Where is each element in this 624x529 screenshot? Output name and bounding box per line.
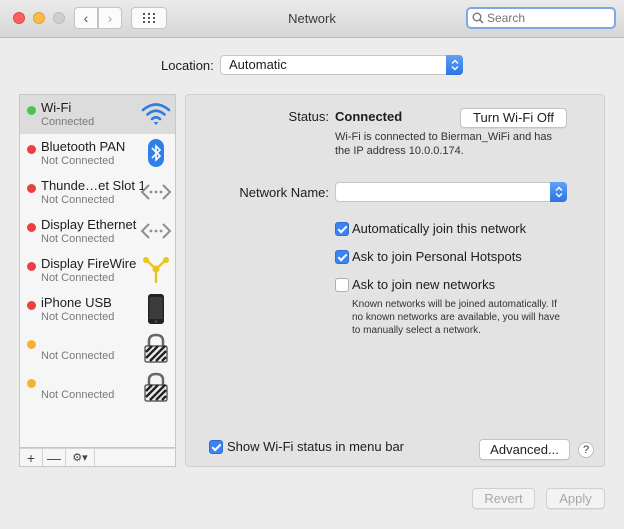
service-list-controls: + — ⚙▾ [19, 448, 176, 467]
note-line: Known networks will be joined automatica… [352, 299, 557, 310]
ask-new-networks-note: Known networks will be joined automatica… [352, 298, 560, 337]
iphone-icon [148, 294, 164, 324]
search-icon [472, 12, 484, 24]
title-bar: ‹ › Network [0, 0, 624, 38]
status-dot [27, 145, 36, 154]
status-dot [27, 223, 36, 232]
service-name: Thunde…et Slot 1 [41, 178, 146, 193]
service-item-display-firewire[interactable]: Display FireWire Not Connected [20, 251, 175, 290]
service-name: Bluetooth PAN [41, 139, 126, 154]
status-dot [27, 106, 36, 115]
remove-service-button[interactable]: — [43, 449, 66, 466]
show-wifi-status-label: Show Wi-Fi status in menu bar [227, 439, 405, 454]
service-name: Display Ethernet [41, 217, 137, 232]
chevron-updown-icon [446, 55, 463, 75]
service-name: Display FireWire [41, 256, 137, 271]
status-dot [27, 262, 36, 271]
help-button[interactable]: ? [578, 442, 594, 458]
status-value: Connected [335, 109, 403, 124]
service-status: Not Connected [41, 389, 115, 401]
vpn-lock-icon [144, 333, 168, 363]
status-description: Wi-Fi is connected to Bierman_WiFi and h… [335, 130, 552, 158]
service-action-menu[interactable]: ⚙▾ [66, 449, 95, 466]
service-item-bluetooth-pan[interactable]: Bluetooth PAN Not Connected [20, 134, 175, 173]
apply-button[interactable]: Apply [546, 488, 605, 509]
wifi-icon [141, 103, 171, 125]
service-status: Not Connected [41, 350, 115, 362]
service-status: Not Connected [41, 311, 115, 323]
ethernet-arrows-icon [140, 184, 172, 200]
service-list: Wi-Fi Connected Bluetooth PAN Not Connec… [19, 94, 176, 448]
status-dot [27, 301, 36, 310]
ask-new-networks-label: Ask to join new networks [352, 277, 496, 292]
service-status: Connected [41, 116, 95, 128]
service-item-display-ethernet[interactable]: Display Ethernet Not Connected [20, 212, 175, 251]
note-line: to manually select a network. [352, 325, 481, 336]
add-service-button[interactable]: + [20, 449, 43, 466]
service-item-vpn-2[interactable]: Not Connected [20, 368, 175, 407]
status-description-line: the IP address 10.0.0.174. [335, 145, 464, 157]
ethernet-arrows-icon [140, 223, 172, 239]
service-status: Not Connected [41, 272, 115, 284]
revert-button[interactable]: Revert [472, 488, 535, 509]
service-name: iPhone USB [41, 295, 112, 310]
service-item-vpn-1[interactable]: Not Connected [20, 329, 175, 368]
location-value: Automatic [229, 57, 287, 72]
service-status: Not Connected [41, 155, 115, 167]
search-box[interactable] [466, 7, 616, 29]
turn-wifi-off-button[interactable]: Turn Wi-Fi Off [460, 108, 567, 128]
auto-join-label: Automatically join this network [352, 221, 527, 236]
status-dot [27, 379, 36, 388]
service-item-wifi[interactable]: Wi-Fi Connected [20, 95, 175, 134]
service-status: Not Connected [41, 194, 115, 206]
location-select[interactable]: Automatic [220, 55, 463, 75]
service-item-iphone-usb[interactable]: iPhone USB Not Connected [20, 290, 175, 329]
service-status: Not Connected [41, 233, 115, 245]
status-dot [27, 340, 36, 349]
vpn-lock-icon [144, 372, 168, 402]
location-label: Location: [161, 58, 214, 73]
service-item-thunderbolt-ethernet[interactable]: Thunde…et Slot 1 Not Connected [20, 173, 175, 212]
bluetooth-icon [148, 139, 164, 167]
status-description-line: Wi-Fi is connected to Bierman_WiFi and h… [335, 131, 553, 143]
ask-hotspots-label: Ask to join Personal Hotspots [352, 249, 522, 264]
chevron-updown-icon [550, 182, 567, 202]
status-dot [27, 184, 36, 193]
advanced-button[interactable]: Advanced... [479, 439, 570, 460]
network-name-label: Network Name: [239, 185, 329, 200]
show-wifi-status-checkbox[interactable] [209, 440, 223, 454]
network-name-select[interactable] [335, 182, 567, 202]
search-input[interactable] [484, 11, 607, 25]
firewire-icon [143, 257, 169, 284]
service-name: Wi-Fi [41, 100, 72, 115]
ask-hotspots-checkbox[interactable] [335, 250, 349, 264]
note-line: no known networks are available, you wil… [352, 312, 560, 323]
status-label: Status: [288, 109, 329, 124]
auto-join-checkbox[interactable] [335, 222, 349, 236]
ask-new-networks-checkbox[interactable] [335, 278, 349, 292]
